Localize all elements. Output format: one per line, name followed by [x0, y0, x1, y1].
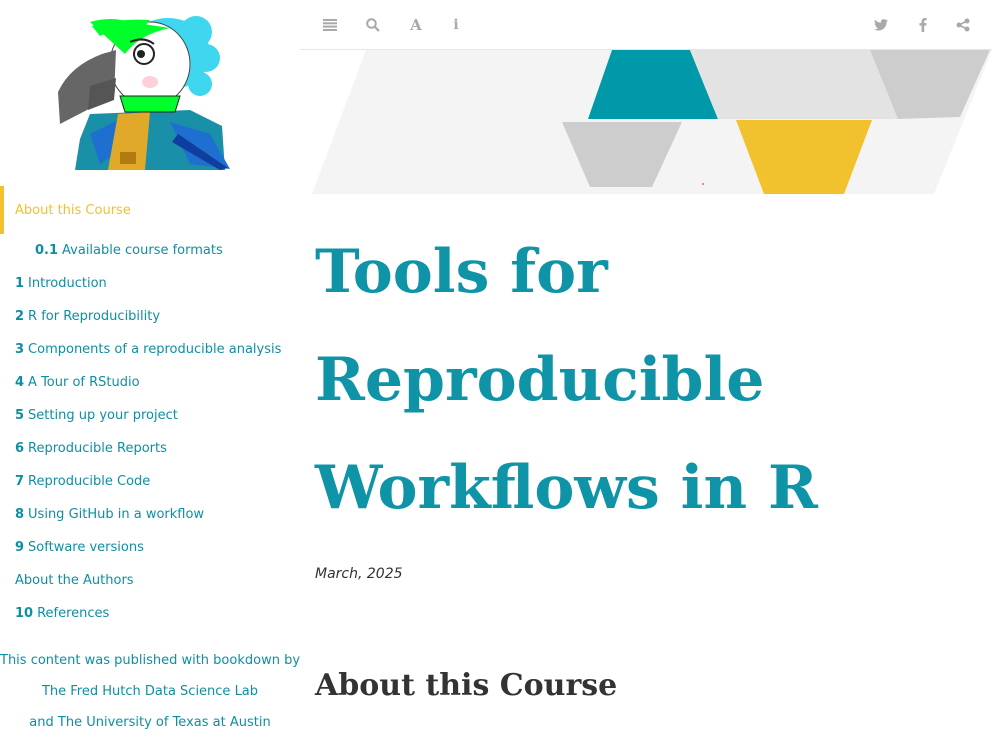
toc-item-label: Software versions	[28, 540, 144, 555]
book-title: Tools for Reproducible Workflows in R	[315, 237, 818, 523]
toc-item-software-versions[interactable]: 9 Software versions	[0, 531, 300, 564]
toc-item-number: 7	[15, 474, 25, 489]
credits-link-fred-hutch[interactable]: The Fred Hutch Data Science Lab	[0, 679, 300, 710]
book-toolbar: A i	[300, 0, 992, 50]
share-icon[interactable]	[953, 15, 973, 35]
section-title: About this Course	[315, 668, 618, 703]
search-icon[interactable]	[363, 15, 383, 35]
toc-item-number: 10	[15, 606, 34, 621]
toc-item-number: 2	[15, 309, 25, 324]
toc-item-about-the-authors[interactable]: About the Authors	[0, 564, 300, 597]
toc-item-number: 5	[15, 408, 25, 423]
toc-item-number: 4	[15, 375, 25, 390]
toc-item-references[interactable]: 10 References	[0, 597, 300, 630]
toc-item-label: Available course formats	[62, 243, 223, 258]
toc-item-reproducible-code[interactable]: 7 Reproducible Code	[0, 465, 300, 498]
toc-item-label: Setting up your project	[28, 408, 178, 423]
toc-item-number: 9	[15, 540, 25, 555]
toc-item-github-workflow[interactable]: 8 Using GitHub in a workflow	[0, 498, 300, 531]
parrot-logo	[58, 16, 230, 170]
toc-item-label: Components of a reproducible analysis	[28, 342, 282, 357]
toc-item-label: Reproducible Code	[28, 474, 151, 489]
credits-line[interactable]: This content was published with bookdown…	[0, 648, 300, 679]
toc-toggle-icon[interactable]	[320, 15, 340, 35]
toc-item-label: About this Course	[15, 202, 131, 218]
toc-item-label: About the Authors	[15, 573, 134, 588]
toc-item-r-for-reproducibility[interactable]: 2R for Reproducibility	[0, 300, 300, 333]
sidebar: About this Course 0.1 Available course fo…	[0, 0, 300, 744]
font-settings-icon[interactable]: A	[406, 15, 426, 35]
toc-item-number: 8	[15, 507, 25, 522]
toc-item-label: A Tour of RStudio	[28, 375, 140, 390]
toc-item-reproducible-reports[interactable]: 6 Reproducible Reports	[0, 432, 300, 465]
toc-item-number: 3	[15, 342, 25, 357]
toc-item-label: References	[37, 606, 110, 621]
publish-date: March, 2025	[315, 566, 403, 582]
publisher-credits: This content was published with bookdown…	[0, 648, 300, 741]
course-banner-image	[312, 50, 992, 194]
info-icon[interactable]: i	[446, 15, 466, 35]
toc-item-introduction[interactable]: 1 Introduction	[0, 267, 300, 300]
toc-item-available-course-formats[interactable]: 0.1 Available course formats	[0, 234, 300, 267]
toc-item-number: 0.1	[35, 243, 59, 258]
toc-item-number: 6	[15, 441, 25, 456]
toc-item-tour-of-rstudio[interactable]: 4A Tour of RStudio	[0, 366, 300, 399]
toc-item-components[interactable]: 3 Components of a reproducible analysis	[0, 333, 300, 366]
toc-item-setting-up-project[interactable]: 5 Setting up your project	[0, 399, 300, 432]
table-of-contents: About this Course 0.1 Available course fo…	[0, 186, 300, 630]
toc-item-label: Introduction	[28, 276, 107, 291]
twitter-icon[interactable]	[871, 15, 891, 35]
credits-link-ut-austin[interactable]: and The University of Texas at Austin	[0, 710, 300, 741]
toc-item-label: Using GitHub in a workflow	[28, 507, 205, 522]
toc-item-label: Reproducible Reports	[28, 441, 167, 456]
facebook-icon[interactable]	[913, 15, 933, 35]
toc-item-about-this-course[interactable]: About this Course	[0, 186, 300, 234]
toc-item-number: 1	[15, 276, 25, 291]
toc-item-label: R for Reproducibility	[28, 309, 161, 324]
